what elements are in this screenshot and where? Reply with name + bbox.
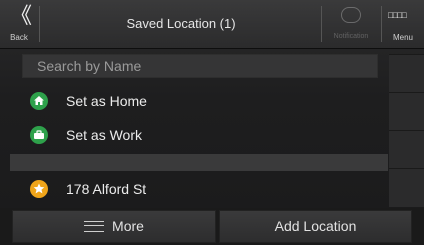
notification-button[interactable]: Notification: [322, 0, 380, 48]
add-location-label: Add Location: [274, 218, 357, 234]
page-title: Saved Location (1): [126, 16, 236, 31]
scrollbar-segment: [389, 130, 424, 169]
more-button[interactable]: More: [12, 210, 216, 243]
menu-label: Menu: [392, 33, 413, 42]
scrollbar-segment: [389, 54, 424, 93]
list-item-label: 178 Alford St: [66, 181, 147, 197]
menu-icon: □□□□: [388, 10, 407, 20]
add-location-button[interactable]: Add Location: [219, 210, 412, 243]
back-label: Back: [10, 33, 28, 42]
list-item-label: Set as Home: [66, 93, 147, 109]
double-chevron-left-icon: 《: [10, 3, 33, 28]
menu-button[interactable]: □□□□ Menu: [382, 0, 424, 48]
scrollbar-segment: [389, 168, 424, 207]
briefcase-icon: [30, 126, 48, 144]
navigation-app: 《 Back Saved Location (1) Notification □…: [0, 0, 424, 245]
speech-bubble-icon: [341, 7, 361, 23]
star-icon: [30, 180, 48, 198]
scrollbar[interactable]: [389, 54, 424, 207]
search-input[interactable]: [23, 55, 377, 77]
search-field[interactable]: [22, 54, 378, 78]
more-label: More: [112, 218, 144, 234]
scrollbar-segment: [389, 92, 424, 131]
list-item-saved-location[interactable]: 178 Alford St: [22, 172, 378, 206]
list-item-set-as-work[interactable]: Set as Work: [22, 118, 378, 152]
list-item-label: Set as Work: [66, 127, 142, 143]
back-button[interactable]: 《 Back: [0, 0, 38, 48]
menu-lines-icon: [84, 220, 105, 232]
bottom-bar: More Add Location: [0, 208, 424, 245]
section-divider: [10, 154, 388, 171]
header-bar: 《 Back Saved Location (1) Notification □…: [0, 0, 424, 49]
home-icon: [30, 92, 48, 110]
list-item-set-as-home[interactable]: Set as Home: [22, 84, 378, 118]
notification-label: Notification: [333, 33, 369, 40]
